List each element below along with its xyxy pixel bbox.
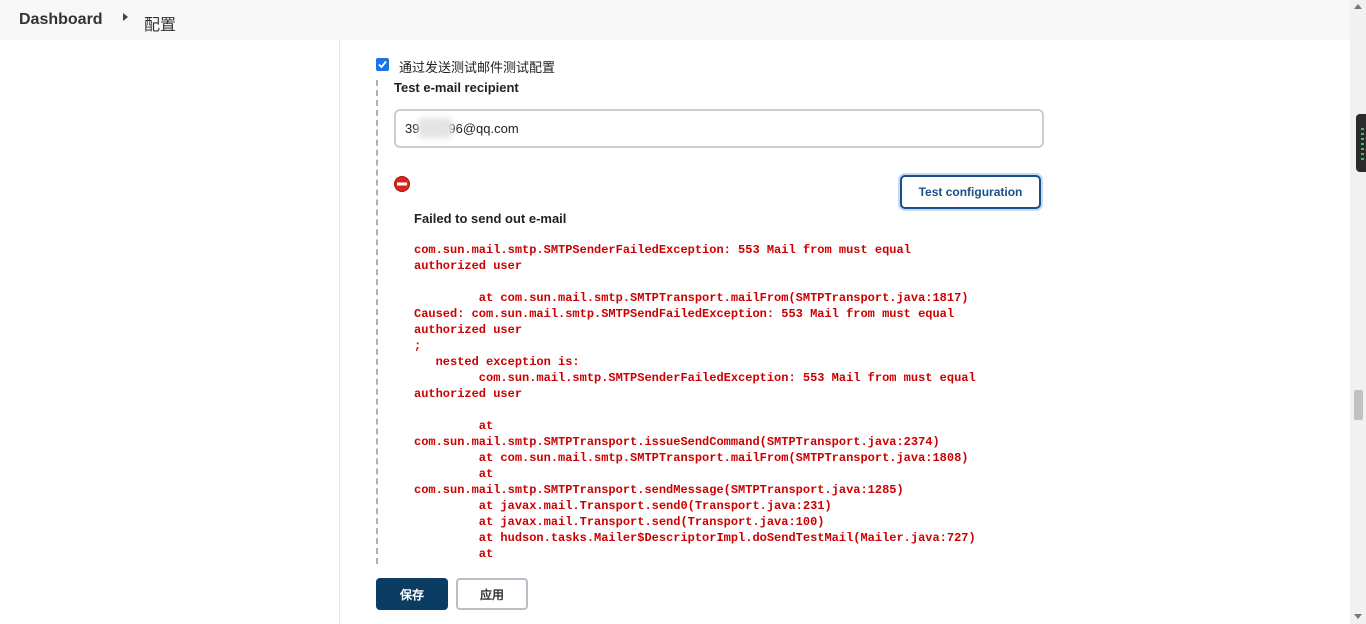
redacted-mask [418, 118, 453, 138]
breadcrumb-bar: Dashboard 配置 [0, 0, 1350, 40]
recipient-email-input[interactable] [394, 109, 1044, 148]
scroll-down-icon[interactable] [1354, 614, 1362, 619]
page-scrollbar[interactable] [1350, 0, 1366, 624]
left-panel [0, 40, 340, 624]
chevron-right-icon [123, 13, 128, 21]
scroll-up-icon[interactable] [1354, 4, 1362, 9]
save-button[interactable]: 保存 [376, 578, 448, 610]
result-title: Failed to send out e-mail [414, 211, 567, 226]
apply-button[interactable]: 应用 [456, 578, 528, 610]
test-configuration-button[interactable]: Test configuration [900, 175, 1041, 209]
section-indent-line [376, 80, 378, 564]
breadcrumb-current[interactable]: 配置 [144, 11, 176, 35]
error-stacktrace: com.sun.mail.smtp.SMTPSenderFailedExcept… [414, 243, 976, 561]
test-email-checkbox-label[interactable]: 通过发送测试邮件测试配置 [399, 57, 555, 76]
test-email-checkbox[interactable] [376, 58, 389, 71]
checkmark-icon [378, 60, 387, 69]
error-stop-icon [394, 176, 410, 192]
side-widget-handle[interactable] [1356, 114, 1366, 172]
breadcrumb-dashboard-link[interactable]: Dashboard [19, 11, 103, 29]
scroll-thumb[interactable] [1354, 390, 1363, 420]
recipient-label: Test e-mail recipient [394, 80, 519, 95]
